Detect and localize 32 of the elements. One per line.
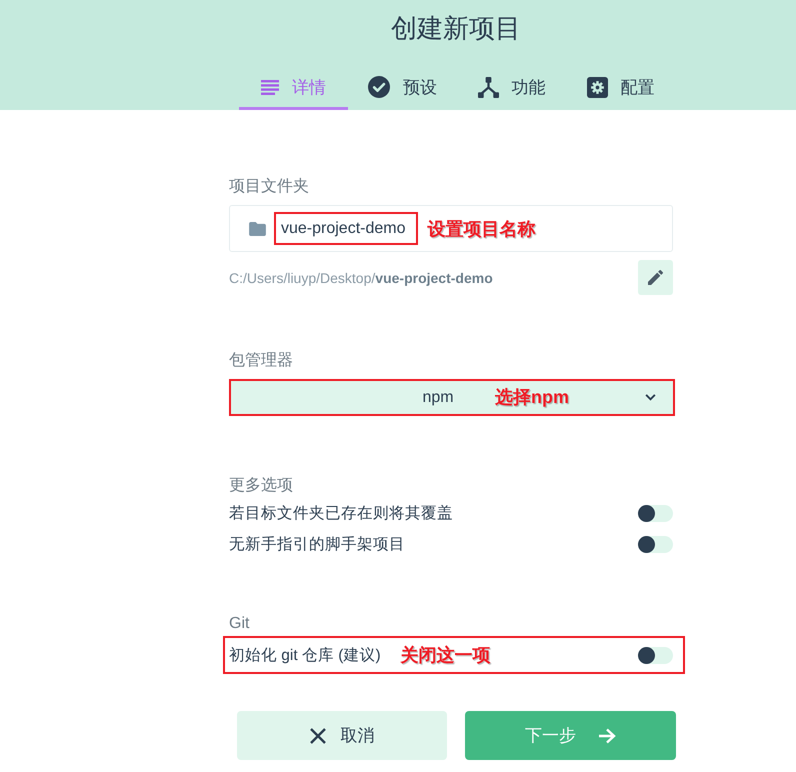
cancel-button[interactable]: 取消: [237, 711, 447, 760]
annotation-note: 关闭这一项: [400, 644, 491, 666]
close-icon: [310, 728, 326, 744]
section-label: Git: [229, 614, 250, 634]
list-icon: [261, 80, 279, 94]
section-label: 更多选项: [229, 476, 294, 496]
pencil-icon: [648, 270, 663, 285]
branch-icon: [478, 76, 498, 98]
chevron-down-icon: [645, 394, 656, 401]
annotation-note: 选择npm: [495, 386, 569, 408]
option-label: 无新手指引的脚手架项目: [229, 535, 405, 555]
tab[interactable]: 功能: [457, 64, 566, 110]
tab[interactable]: 预设: [348, 64, 457, 110]
toggle-switch[interactable]: [638, 505, 673, 522]
page-title: 创建新项目: [390, 12, 522, 45]
section-label: 项目文件夹: [229, 177, 310, 197]
toggle-switch[interactable]: [638, 536, 673, 553]
option-label: 初始化 git 仓库 (建议): [229, 646, 381, 666]
check-circle-icon: [368, 76, 390, 98]
toggle-switch[interactable]: [638, 646, 673, 664]
tab[interactable]: 配置: [566, 64, 675, 110]
field-value: vue-project-demo: [281, 220, 406, 238]
project-name-field[interactable]: vue-project-demo 设置项目名称: [229, 205, 673, 252]
gear-icon: [586, 76, 608, 98]
arrow-right-icon: [598, 728, 616, 744]
section-label: 包管理器: [229, 351, 294, 371]
edit-button[interactable]: [638, 260, 673, 295]
option-label: 若目标文件夹已存在则将其覆盖: [229, 504, 453, 524]
folder-icon: [249, 222, 266, 236]
package-manager-select[interactable]: npm 选择npm: [231, 381, 673, 414]
annotation-note: 设置项目名称: [428, 218, 536, 240]
project-path: C:/Users/liuyp/Desktop/vue-project-demo: [229, 270, 493, 286]
